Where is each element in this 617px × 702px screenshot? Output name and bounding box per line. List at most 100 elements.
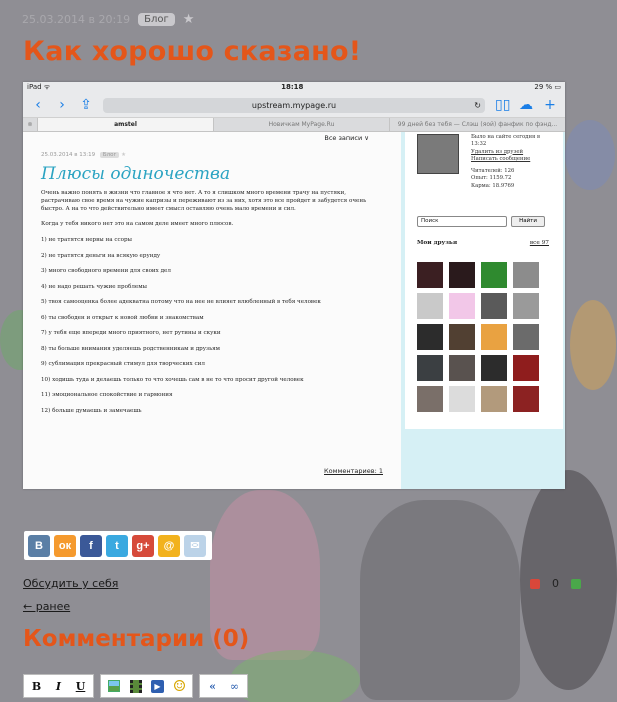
comment-editor-toolbar: B I U ▶ ☺ « ∞ <box>23 674 248 698</box>
inner-intro: Очень важно понять в жизни что главное я… <box>41 190 367 213</box>
profile-photo <box>417 134 459 174</box>
share-button[interactable]: g+ <box>132 534 154 557</box>
profile-line: 13:32 <box>471 141 487 148</box>
share-button[interactable]: t <box>106 534 128 557</box>
plus-icon: + <box>544 97 556 113</box>
film-icon[interactable] <box>126 677 145 696</box>
smile-icon[interactable]: ☺ <box>170 677 189 696</box>
inner-title: Плюсы одиночества <box>41 164 231 184</box>
vote-up-icon[interactable] <box>571 578 581 589</box>
share-bar: Вок f t g+ @ ✉ <box>24 531 212 560</box>
inner-list-item: 8) ты больше внимания уделяешь родственн… <box>41 345 221 352</box>
media-group: ▶ ☺ <box>100 674 193 698</box>
inner-search-button: Найти <box>511 216 545 227</box>
friend-avatar <box>513 324 539 350</box>
share-button[interactable]: f <box>80 534 102 557</box>
tab-amstel: amstel <box>37 118 213 131</box>
vote-count: 0 <box>552 577 559 590</box>
inner-sidebar: Было на сайте сегодня в 13:32 Удалить из д… <box>405 132 563 429</box>
profile-line: Было на сайте сегодня в <box>471 134 540 140</box>
italic-button[interactable]: I <box>49 677 68 696</box>
inner-post-meta: 25.03.2014 в 13:19 Блог ★ <box>41 152 383 158</box>
friend-avatar <box>481 324 507 350</box>
underline-button[interactable]: U <box>71 677 90 696</box>
back-icon: ‹ <box>35 97 41 113</box>
friend-avatar <box>417 386 443 412</box>
inner-list-item: 6) ты свободен и открыт к новой любви и … <box>41 314 204 321</box>
inner-search-field: Поиск <box>417 216 507 227</box>
friend-avatar <box>513 262 539 288</box>
browser-tabs: ⊗ amstel Новичкам MyPage.Ru 99 дней без … <box>23 118 565 132</box>
profile-line: Карма: 18.9769 <box>471 182 515 189</box>
link-icon[interactable]: ∞ <box>225 677 244 696</box>
close-tab-icon: ⊗ <box>27 121 33 128</box>
star-icon[interactable]: ★ <box>183 12 195 27</box>
profile-line: Удалить из друзей <box>471 148 524 155</box>
friend-avatar <box>449 324 475 350</box>
friend-avatar <box>481 293 507 319</box>
comments-heading: Комментарии (0) <box>23 626 250 652</box>
post-tag[interactable]: Блог <box>138 13 175 26</box>
safari-toolbar: ‹ › ⇪ upstream.mypage.ru ↻ ▯▯ ☁ + <box>23 93 565 118</box>
inner-date: 25.03.2014 в 13:19 <box>41 152 96 158</box>
inner-list-item: 4) не надо решать чужие проблемы <box>41 283 147 290</box>
book-icon: ▯▯ <box>495 97 511 113</box>
inner-list-item: 5) твоя самооценка более адекватна потом… <box>41 299 321 306</box>
share-button[interactable]: ок <box>54 534 76 557</box>
image-icon[interactable] <box>104 677 123 696</box>
friend-avatar <box>481 262 507 288</box>
inner-list-item: 1) не тратятся нервы на ссоры <box>41 237 133 244</box>
friend-avatar <box>449 262 475 288</box>
friends-heading: Мои друзья <box>417 240 458 246</box>
page-content: Все записи ∨ 25.03.2014 в 13:19 Блог ★ П… <box>23 132 565 489</box>
vote-widget: 0 <box>530 577 581 590</box>
quote-icon[interactable]: « <box>203 677 222 696</box>
status-time: 18:18 <box>281 83 304 91</box>
reload-icon: ↻ <box>474 100 481 110</box>
friends-grid <box>417 262 539 412</box>
prev-link[interactable]: ← ранее <box>23 600 70 613</box>
vote-down-icon[interactable] <box>530 578 540 589</box>
inner-star-icon: ★ <box>121 152 127 158</box>
tab-newbies: Новичкам MyPage.Ru <box>213 118 389 131</box>
discuss-link[interactable]: Обсудить у себя <box>23 577 118 590</box>
ios-status-bar: iPad ᯤ 18:18 29 % ▭ <box>23 82 565 93</box>
inner-tag: Блог <box>99 152 120 158</box>
profile-line: Опыт: 1159.72 <box>471 175 512 182</box>
inner-list-item: 3) много свободного времени для своих де… <box>41 268 171 275</box>
format-group: B I U <box>23 674 94 698</box>
friends-all-link: все 97 <box>529 240 549 246</box>
inner-list-item: 10) ходишь туда и делаешь только то что … <box>41 376 304 383</box>
share-button[interactable]: В <box>28 534 50 557</box>
friend-avatar <box>513 355 539 381</box>
friend-avatar <box>481 386 507 412</box>
cloud-icon: ☁ <box>519 97 533 113</box>
share-button[interactable]: @ <box>158 534 180 557</box>
post-screenshot-image: iPad ᯤ 18:18 29 % ▭ ‹ › ⇪ upstream.mypag… <box>23 82 565 489</box>
friend-avatar <box>417 293 443 319</box>
inner-list-item: 9) сублимация прекрасный стимул для твор… <box>41 361 205 368</box>
inner-lead: Когда у тебя никого нет это на самом дел… <box>41 220 234 227</box>
friend-avatar <box>417 262 443 288</box>
share-button[interactable]: ✉ <box>184 534 206 557</box>
share-icon: ⇪ <box>80 97 92 113</box>
insert-group: « ∞ <box>199 674 248 698</box>
profile-line: Написать сообщение <box>471 155 531 162</box>
tab-fanfic: 99 дней без тебя — Слэш (яой) фанфик по … <box>389 118 565 131</box>
bold-button[interactable]: B <box>27 677 46 696</box>
friend-avatar <box>417 355 443 381</box>
friend-avatar <box>449 386 475 412</box>
inner-comments-link: Комментариев: 1 <box>324 467 383 475</box>
friend-avatar <box>513 293 539 319</box>
post-title: Как хорошо сказано! <box>23 36 362 67</box>
all-posts-link: Все записи ∨ <box>324 134 369 142</box>
post-date: 25.03.2014 в 20:19 <box>22 13 131 26</box>
video-play-icon[interactable]: ▶ <box>148 677 167 696</box>
inner-list-item: 12) больше думаешь и замечаешь <box>41 407 142 414</box>
address-bar: upstream.mypage.ru ↻ <box>103 97 485 113</box>
status-left: iPad ᯤ <box>27 83 51 91</box>
status-right: 29 % ▭ <box>534 83 561 91</box>
inner-list: 1) не тратятся нервы на ссоры 2) не тратя… <box>41 237 383 414</box>
profile-info: Было на сайте сегодня в 13:32 Удалить из д… <box>471 134 540 190</box>
post-meta: 25.03.2014 в 20:19 Блог ★ <box>22 12 194 27</box>
